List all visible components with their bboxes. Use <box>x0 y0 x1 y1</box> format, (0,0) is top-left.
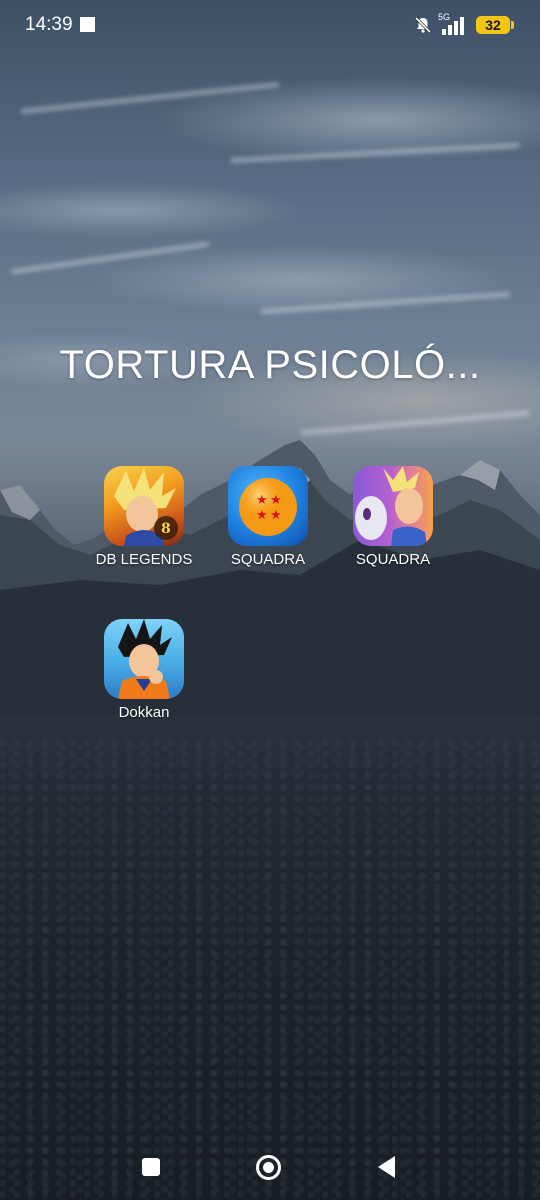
app-dokkan[interactable]: Dokkan <box>84 619 204 722</box>
app-db-legends[interactable]: 8 DB LEGENDS <box>84 466 204 569</box>
status-bar: 14:39 5G 32 <box>0 0 540 50</box>
folder-title[interactable]: TORTURA PSICOLÓ... <box>0 343 540 388</box>
app-label: Dokkan <box>118 704 170 721</box>
svg-text:★: ★ <box>270 492 282 507</box>
mute-icon <box>414 16 432 34</box>
status-icons: 5G 32 <box>414 12 514 37</box>
app-squadra-characters[interactable]: SQUADRA <box>333 466 453 569</box>
svg-text:★: ★ <box>256 492 268 507</box>
app-label: SQUADRA <box>230 551 306 568</box>
db-legends-app-icon: 8 <box>104 466 184 546</box>
svg-text:★: ★ <box>270 507 282 522</box>
app-squadra-dragon-ball[interactable]: ★ ★ ★ ★ SQUADRA <box>208 466 328 569</box>
back-button[interactable] <box>378 1156 395 1178</box>
wallpaper <box>0 0 540 1200</box>
recent-apps-button[interactable] <box>142 1158 160 1176</box>
home-button[interactable] <box>256 1155 281 1180</box>
clock: 14:39 <box>25 14 73 35</box>
network-type: 5G <box>438 12 451 22</box>
notification-square-icon <box>80 17 95 32</box>
svg-text:★: ★ <box>256 507 268 522</box>
app-label: DB LEGENDS <box>95 551 193 568</box>
battery-icon: 32 <box>476 16 514 34</box>
navigation-bar <box>0 1140 540 1200</box>
squadra-characters-app-icon <box>353 466 433 546</box>
dragon-ball-app-icon: ★ ★ ★ ★ <box>228 466 308 546</box>
dokkan-app-icon <box>104 619 184 699</box>
svg-text:8: 8 <box>161 521 171 537</box>
app-label: SQUADRA <box>355 551 431 568</box>
grass-texture <box>0 740 540 1200</box>
signal-icon: 5G <box>438 12 470 35</box>
